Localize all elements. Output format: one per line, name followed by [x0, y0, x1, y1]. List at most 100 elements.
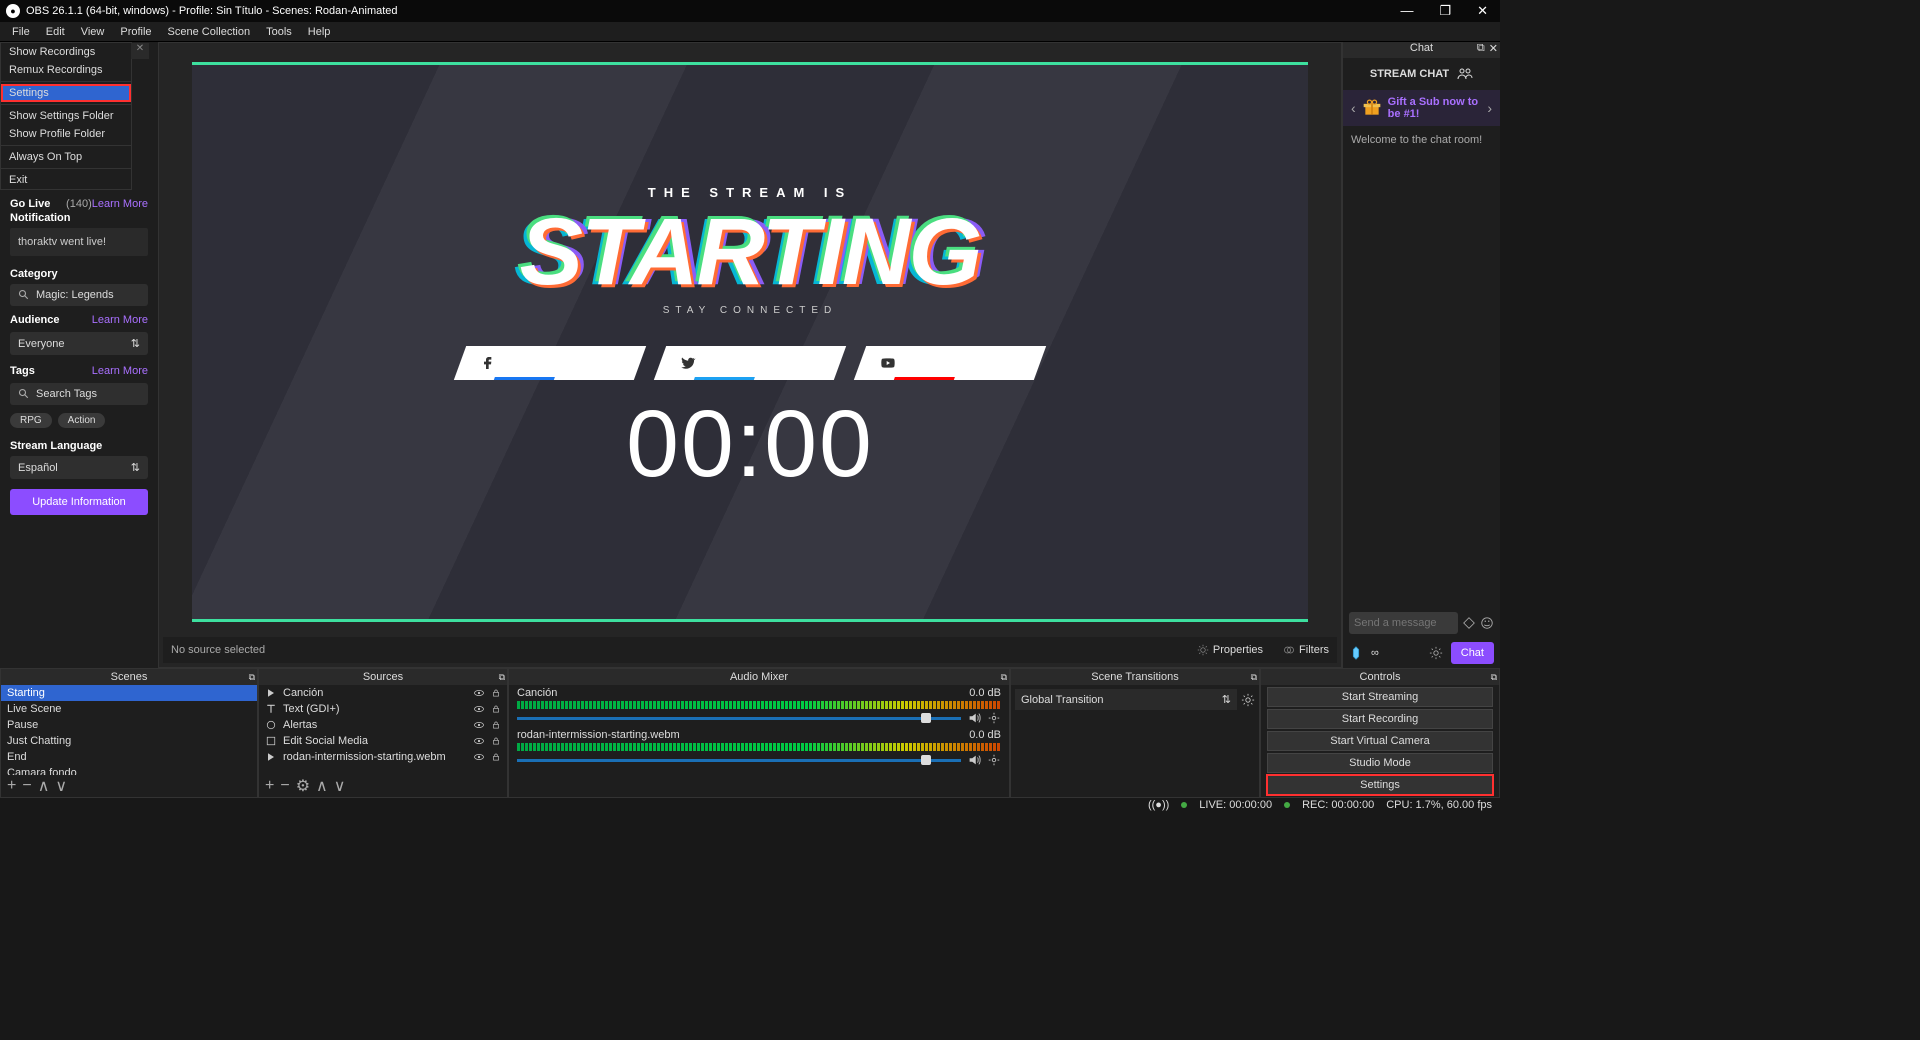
start-recording-button[interactable]: Start Recording — [1267, 709, 1493, 729]
eye-icon[interactable] — [473, 751, 485, 763]
tag-rpg[interactable]: RPG — [10, 413, 52, 428]
eye-icon[interactable] — [473, 735, 485, 747]
gear-icon[interactable] — [987, 753, 1001, 767]
menu-view[interactable]: View — [73, 26, 113, 38]
lock-icon[interactable] — [491, 751, 501, 763]
menubar: File Edit View Profile Scene Collection … — [0, 22, 1500, 42]
source-item[interactable]: Edit Social Media — [259, 733, 507, 749]
eye-icon[interactable] — [473, 687, 485, 699]
source-item[interactable]: Canción — [259, 685, 507, 701]
properties-button[interactable]: Properties — [1197, 644, 1263, 656]
chevron-left-icon[interactable]: ‹ — [1351, 100, 1356, 116]
gift-sub-banner[interactable]: ‹ Gift a Sub now to be #1! › — [1343, 90, 1500, 126]
chevron-right-icon[interactable]: › — [1487, 100, 1492, 116]
add-source-button[interactable]: + — [265, 777, 274, 795]
dock-popout-icon[interactable]: ⧉ — [1251, 672, 1257, 683]
source-up-button[interactable]: ∧ — [316, 776, 328, 796]
dock-popout-icon[interactable]: ⧉ — [1491, 672, 1497, 683]
speaker-icon[interactable] — [967, 753, 981, 767]
start-streaming-button[interactable]: Start Streaming — [1267, 687, 1493, 707]
maximize-button[interactable]: ❐ — [1439, 3, 1451, 19]
source-item[interactable]: Text (GDI+) — [259, 701, 507, 717]
eye-icon[interactable] — [473, 703, 485, 715]
preview-area: THE STREAM IS STARTING STAY CONNECTED 00… — [158, 42, 1342, 668]
dock-popout-icon[interactable]: ⧉ — [1477, 42, 1485, 55]
menu-scene-collection[interactable]: Scene Collection — [160, 26, 259, 38]
people-icon[interactable] — [1457, 66, 1473, 82]
stream-language-select[interactable]: Español⇅ — [10, 456, 148, 479]
menu-edit[interactable]: Edit — [38, 26, 73, 38]
scene-down-button[interactable]: ∨ — [55, 776, 67, 796]
tag-action[interactable]: Action — [58, 413, 106, 428]
menu-file[interactable]: File — [4, 26, 38, 38]
settings-button[interactable]: Settings — [1267, 775, 1493, 795]
filters-button[interactable]: Filters — [1283, 644, 1329, 656]
source-item[interactable]: Alertas — [259, 717, 507, 733]
minimize-button[interactable]: — — [1400, 3, 1413, 19]
menu-profile[interactable]: Profile — [112, 26, 159, 38]
chat-input-row — [1343, 608, 1500, 638]
add-scene-button[interactable]: + — [7, 777, 16, 795]
audience-learn-link[interactable]: Learn More — [92, 314, 148, 330]
gear-icon[interactable] — [1241, 693, 1255, 707]
dock-close-icon[interactable]: ✕ — [131, 43, 149, 59]
gear-icon[interactable] — [987, 711, 1001, 725]
source-down-button[interactable]: ∨ — [334, 776, 346, 796]
chat-send-button[interactable]: Chat — [1451, 642, 1494, 664]
scenes-title: Scenes — [111, 671, 148, 683]
tags-learn-link[interactable]: Learn More — [92, 365, 148, 381]
sources-list[interactable]: Canción Text (GDI+) Alertas Edit Social … — [259, 685, 507, 775]
notification-label: Notification — [10, 212, 71, 224]
menu-show-profile-folder[interactable]: Show Profile Folder — [1, 125, 131, 143]
emoji-icon[interactable] — [1480, 616, 1494, 630]
dock-close-icon[interactable]: ✕ — [1489, 42, 1498, 55]
audience-select[interactable]: Everyone⇅ — [10, 332, 148, 355]
menu-show-settings-folder[interactable]: Show Settings Folder — [1, 107, 131, 125]
start-virtual-camera-button[interactable]: Start Virtual Camera — [1267, 731, 1493, 751]
preview-canvas[interactable]: THE STREAM IS STARTING STAY CONNECTED 00… — [163, 47, 1337, 637]
scene-item[interactable]: Live Scene — [1, 701, 257, 717]
scene-item[interactable]: Camara fondo — [1, 765, 257, 775]
source-item[interactable]: rodan-intermission-starting.webm — [259, 749, 507, 765]
update-information-button[interactable]: Update Information — [10, 489, 148, 515]
menu-exit[interactable]: Exit — [1, 171, 131, 189]
dock-popout-icon[interactable]: ⧉ — [499, 672, 505, 683]
menu-show-recordings[interactable]: Show Recordings — [1, 43, 131, 61]
crystal-icon[interactable] — [1349, 646, 1363, 660]
lock-icon[interactable] — [491, 735, 501, 747]
scene-item[interactable]: Starting — [1, 685, 257, 701]
window-title: OBS 26.1.1 (64-bit, windows) - Profile: … — [26, 5, 398, 17]
lock-icon[interactable] — [491, 687, 501, 699]
menu-always-on-top[interactable]: Always On Top — [1, 148, 131, 166]
volume-slider[interactable] — [517, 717, 961, 720]
dock-popout-icon[interactable]: ⧉ — [249, 672, 255, 683]
scene-item[interactable]: Just Chatting — [1, 733, 257, 749]
source-settings-button[interactable]: ⚙ — [296, 776, 310, 796]
studio-mode-button[interactable]: Studio Mode — [1267, 753, 1493, 773]
menu-remux-recordings[interactable]: Remux Recordings — [1, 61, 131, 79]
scenes-list[interactable]: Starting Live Scene Pause Just Chatting … — [1, 685, 257, 775]
menu-help[interactable]: Help — [300, 26, 339, 38]
volume-slider[interactable] — [517, 759, 961, 762]
speaker-icon[interactable] — [967, 711, 981, 725]
dock-popout-icon[interactable]: ⧉ — [1001, 672, 1007, 683]
learn-more-link[interactable]: Learn More — [92, 198, 148, 210]
lock-icon[interactable] — [491, 719, 501, 731]
category-input[interactable]: Magic: Legends — [10, 284, 148, 306]
menu-tools[interactable]: Tools — [258, 26, 300, 38]
lock-icon[interactable] — [491, 703, 501, 715]
remove-source-button[interactable]: − — [280, 777, 289, 795]
remove-scene-button[interactable]: − — [22, 777, 31, 795]
transition-select[interactable]: Global Transition⇅ — [1015, 689, 1237, 710]
tags-search-input[interactable]: Search Tags — [10, 383, 148, 405]
close-button[interactable]: ✕ — [1477, 3, 1488, 19]
scene-item[interactable]: End — [1, 749, 257, 765]
scene-up-button[interactable]: ∧ — [38, 776, 50, 796]
eye-icon[interactable] — [473, 719, 485, 731]
diamond-icon[interactable] — [1462, 616, 1476, 630]
gear-icon[interactable] — [1429, 646, 1443, 660]
menu-settings[interactable]: Settings — [1, 84, 131, 102]
chat-message-input[interactable] — [1349, 612, 1458, 634]
chat-dock-header: Chat⧉✕ — [1343, 42, 1500, 58]
scene-item[interactable]: Pause — [1, 717, 257, 733]
